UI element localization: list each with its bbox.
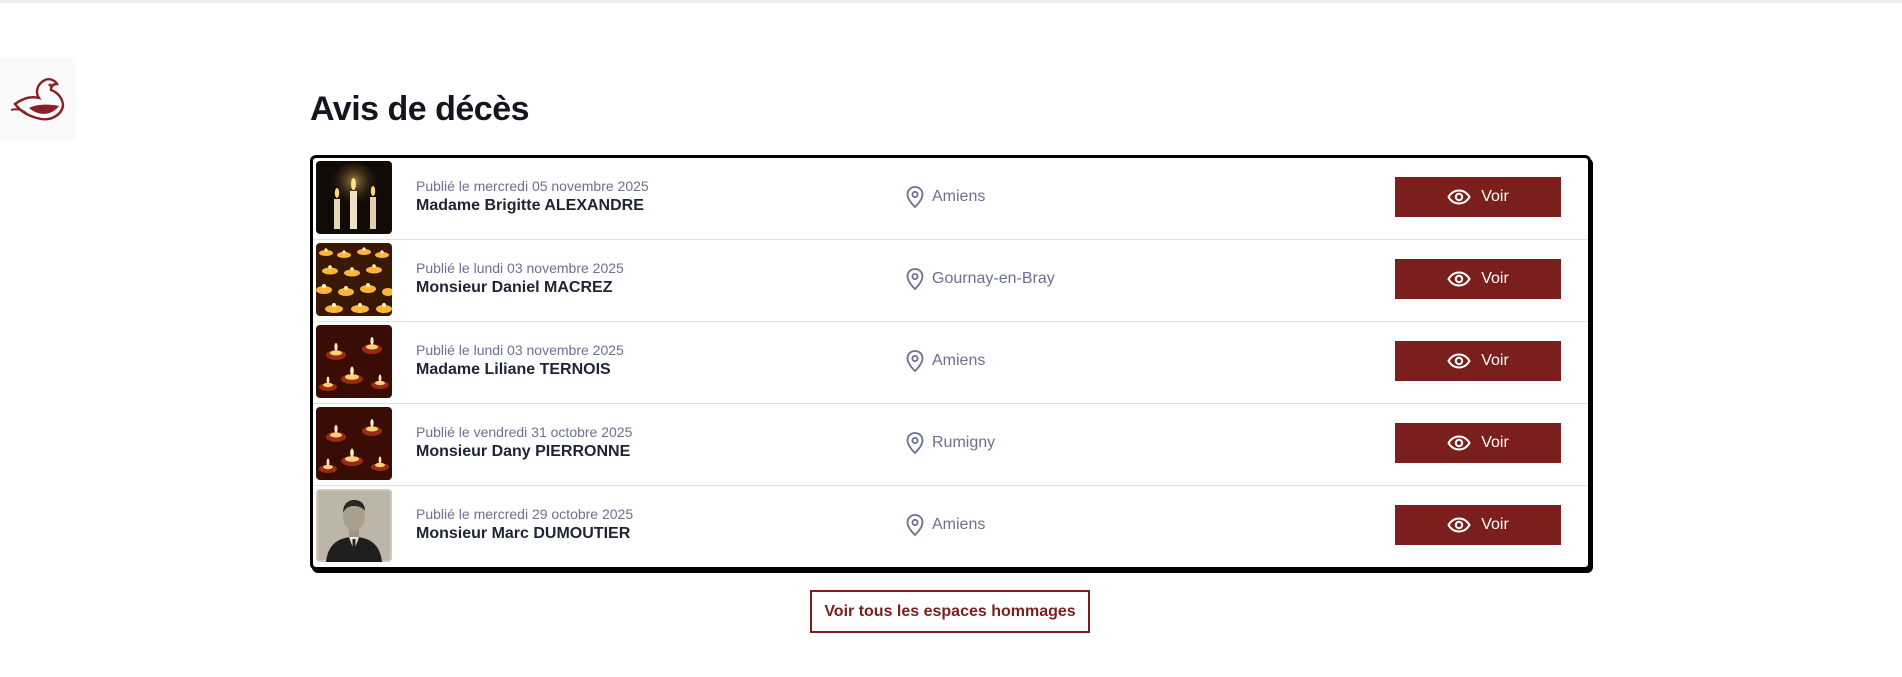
- list-item[interactable]: Publié le mercredi 05 novembre 2025 Mada…: [313, 158, 1588, 240]
- list-item[interactable]: Publié le lundi 03 novembre 2025 Madame …: [313, 322, 1588, 404]
- item-info: Publié le mercredi 29 octobre 2025 Monsi…: [416, 505, 633, 545]
- page-title: Avis de décès: [310, 90, 530, 128]
- publication-date: Publié le lundi 03 novembre 2025: [416, 342, 624, 358]
- deceased-name[interactable]: Monsieur Dany PIERRONNE: [416, 441, 632, 463]
- publication-date: Publié le mercredi 05 novembre 2025: [416, 178, 649, 194]
- location: Amiens: [906, 350, 985, 372]
- map-pin-icon: [906, 432, 924, 454]
- location: Gournay-en-Bray: [906, 268, 1055, 290]
- dove-logo-icon[interactable]: [0, 58, 76, 140]
- deceased-name[interactable]: Madame Brigitte ALEXANDRE: [416, 195, 649, 217]
- publication-date: Publié le lundi 03 novembre 2025: [416, 260, 624, 276]
- view-button[interactable]: Voir: [1395, 341, 1561, 381]
- location-label: Amiens: [932, 352, 986, 369]
- map-pin-icon: [906, 186, 924, 208]
- publication-date: Publié le mercredi 29 octobre 2025: [416, 506, 634, 522]
- tealights-red-icon[interactable]: [316, 325, 392, 398]
- view-button[interactable]: Voir: [1395, 505, 1561, 545]
- eye-icon: [1447, 353, 1471, 369]
- location-label: Gournay-en-Bray: [932, 270, 1055, 287]
- map-pin-icon: [906, 268, 924, 290]
- view-button[interactable]: Voir: [1395, 423, 1561, 463]
- item-info: Publié le vendredi 31 octobre 2025 Monsi…: [416, 423, 632, 463]
- list-item[interactable]: Publié le lundi 03 novembre 2025 Monsieu…: [313, 240, 1588, 322]
- all-tributes-button[interactable]: Voir tous les espaces hommages: [810, 590, 1090, 633]
- view-button-label: Voir: [1481, 188, 1509, 205]
- deceased-name[interactable]: Monsieur Marc DUMOUTIER: [416, 523, 633, 545]
- tealights-red-icon[interactable]: [316, 407, 392, 480]
- location: Amiens: [906, 186, 985, 208]
- eye-icon: [1447, 435, 1471, 451]
- view-button[interactable]: Voir: [1395, 259, 1561, 299]
- view-button-label: Voir: [1481, 434, 1509, 451]
- tealights-icon[interactable]: [316, 243, 392, 316]
- view-button[interactable]: Voir: [1395, 177, 1561, 217]
- eye-icon: [1447, 189, 1471, 205]
- view-button-label: Voir: [1481, 270, 1509, 287]
- location: Amiens: [906, 514, 985, 536]
- location-label: Amiens: [932, 188, 986, 205]
- publication-date: Publié le vendredi 31 octobre 2025: [416, 424, 633, 440]
- deceased-name[interactable]: Madame Liliane TERNOIS: [416, 359, 624, 381]
- list-item[interactable]: Publié le mercredi 29 octobre 2025 Monsi…: [313, 486, 1588, 567]
- top-divider: [0, 0, 1902, 3]
- map-pin-icon: [906, 350, 924, 372]
- eye-icon: [1447, 517, 1471, 533]
- location: Rumigny: [906, 432, 995, 454]
- item-info: Publié le lundi 03 novembre 2025 Madame …: [416, 341, 624, 381]
- view-button-label: Voir: [1481, 352, 1509, 369]
- location-label: Rumigny: [932, 434, 996, 451]
- item-info: Publié le mercredi 05 novembre 2025 Mada…: [416, 177, 649, 217]
- item-info: Publié le lundi 03 novembre 2025 Monsieu…: [416, 259, 624, 299]
- obituaries-section: Avis de décès Publié le mercredi 05 nove…: [310, 88, 1591, 570]
- obituary-list: Publié le mercredi 05 novembre 2025 Mada…: [310, 155, 1591, 570]
- deceased-name[interactable]: Monsieur Daniel MACREZ: [416, 277, 624, 299]
- view-button-label: Voir: [1481, 516, 1509, 533]
- candles-dark-icon[interactable]: [316, 161, 392, 234]
- list-item[interactable]: Publié le vendredi 31 octobre 2025 Monsi…: [313, 404, 1588, 486]
- portrait-photo-icon[interactable]: [316, 489, 392, 562]
- eye-icon: [1447, 271, 1471, 287]
- location-label: Amiens: [932, 516, 986, 533]
- map-pin-icon: [906, 514, 924, 536]
